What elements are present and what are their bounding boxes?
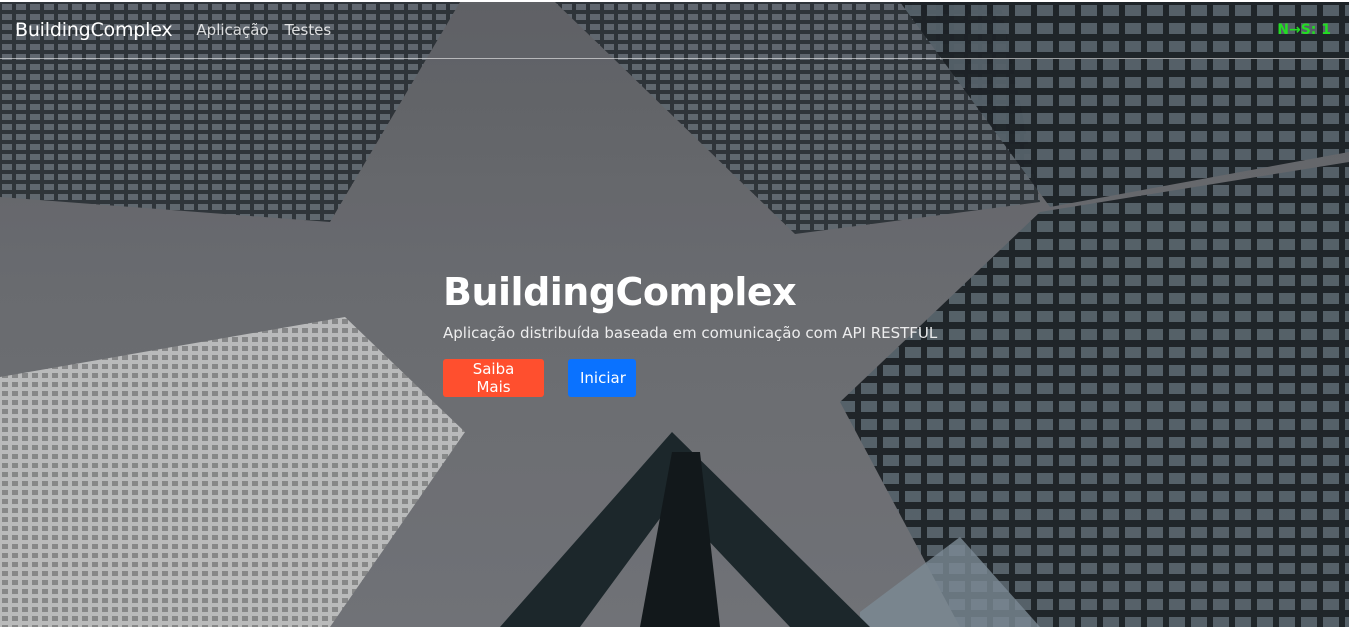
- ns-indicator: N→S: 1: [1277, 22, 1331, 38]
- iniciar-button[interactable]: Iniciar: [568, 359, 636, 397]
- nav-link-testes[interactable]: Testes: [285, 21, 332, 39]
- hero-subtitle: Aplicação distribuída baseada em comunic…: [443, 324, 938, 342]
- hero-content: BuildingComplex Aplicação distribuída ba…: [443, 268, 937, 397]
- brand-link[interactable]: BuildingComplex: [15, 19, 173, 41]
- top-navbar: BuildingComplex Aplicação Testes N→S: 1: [0, 2, 1349, 59]
- hero-title: BuildingComplex: [443, 270, 797, 314]
- nav-link-aplicacao[interactable]: Aplicação: [196, 21, 268, 39]
- saiba-mais-button[interactable]: Saiba Mais: [443, 359, 544, 397]
- hero-buttons: Saiba Mais Iniciar: [443, 359, 937, 397]
